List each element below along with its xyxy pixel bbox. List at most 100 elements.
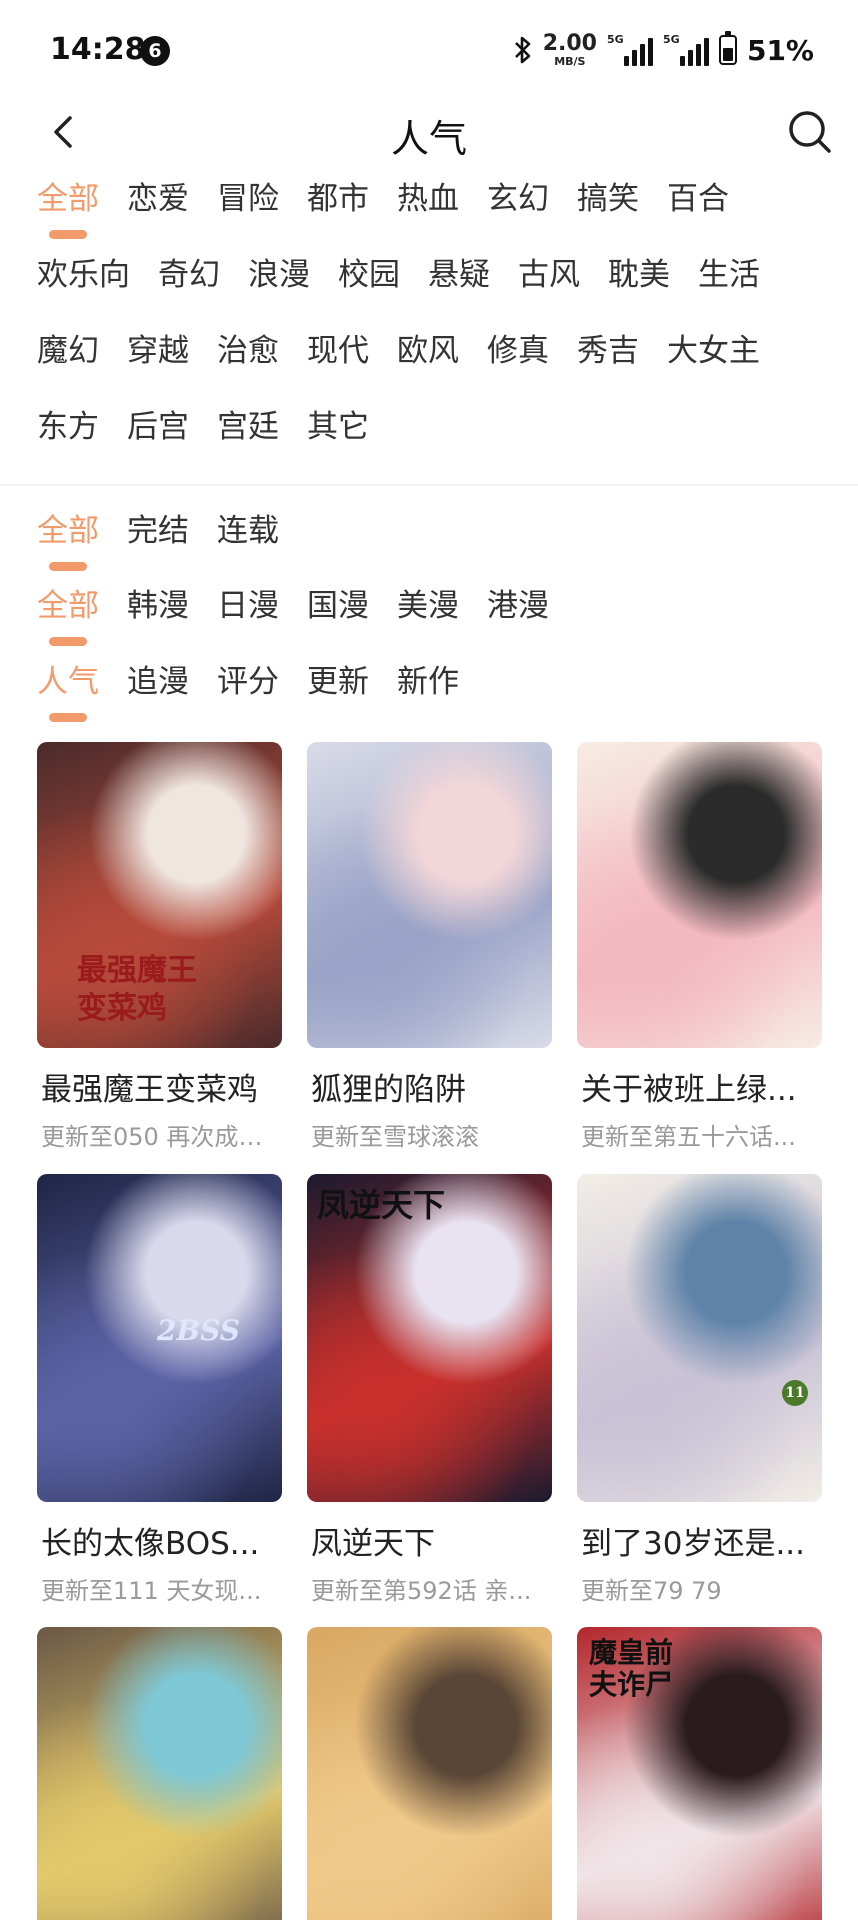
genre-filter-chip[interactable]: 恋爱 xyxy=(127,178,189,220)
status-icons: 2.00 MB/S 5G 5G 51% xyxy=(513,30,814,70)
genre-filter-chip[interactable]: 冒险 xyxy=(217,178,279,220)
status-filter: 全部 完结 连载 xyxy=(37,510,837,586)
sort-filter-chip[interactable]: 新作 xyxy=(397,661,459,703)
region-filter-chip[interactable]: 全部 xyxy=(37,585,99,627)
genre-filter-chip[interactable]: 奇幻 xyxy=(158,254,220,296)
region-filter-chip[interactable]: 港漫 xyxy=(487,585,549,627)
region-filter-chip[interactable]: 国漫 xyxy=(307,585,369,627)
battery-percent: 51% xyxy=(746,33,814,67)
comic-cover-image[interactable]: 魔皇前夫诈尸 xyxy=(577,1627,822,1920)
comic-update-info: 更新至050 再次成为... xyxy=(41,1123,282,1151)
comic-card[interactable]: 狐狸的陷阱更新至雪球滚滚 xyxy=(307,742,552,1152)
genre-filter-chip[interactable]: 热血 xyxy=(397,178,459,220)
comic-cover-image[interactable] xyxy=(577,742,822,1048)
comic-update-info: 更新至79 79 xyxy=(581,1577,722,1605)
genre-filter-chip[interactable]: 魔幻 xyxy=(37,330,99,372)
status-filter-chip[interactable]: 连载 xyxy=(217,510,279,552)
genre-filter-chip[interactable]: 古风 xyxy=(518,254,580,296)
region-filter-chip[interactable]: 美漫 xyxy=(397,585,459,627)
comic-card[interactable] xyxy=(37,1627,282,1920)
comic-title[interactable]: 最强魔王变菜鸡 xyxy=(37,1064,282,1109)
comic-title[interactable]: 到了30岁还是... xyxy=(577,1518,822,1563)
genre-filter-chip[interactable]: 搞笑 xyxy=(577,178,639,220)
region-filter: 全部 韩漫 日漫 国漫 美漫 港漫 xyxy=(37,585,837,661)
comic-cover-image[interactable]: 11 xyxy=(577,1174,822,1502)
comic-cover-logo: 魔皇前夫诈尸 xyxy=(589,1636,674,1701)
genre-filter-chip[interactable]: 欢乐向 xyxy=(37,254,130,296)
signal-sim1-icon: 5G xyxy=(607,34,653,66)
genre-filter-chip[interactable]: 欧风 xyxy=(397,330,459,372)
genre-filter-chip[interactable]: 修真 xyxy=(487,330,549,372)
genre-filter-chip[interactable]: 现代 xyxy=(307,330,369,372)
genre-filter-chip[interactable]: 治愈 xyxy=(217,330,279,372)
genre-filter-chip[interactable]: 百合 xyxy=(667,178,729,220)
genre-filter-chip[interactable]: 耽美 xyxy=(608,254,670,296)
genre-filter-chip[interactable]: 全部 xyxy=(37,178,99,220)
comic-update-info: 更新至第五十六话... xyxy=(581,1123,796,1151)
sim2-label: 5G xyxy=(662,33,680,46)
search-icon[interactable] xyxy=(786,108,834,156)
comic-cover-logo: 2BSS xyxy=(157,1314,240,1347)
section-divider xyxy=(0,484,858,486)
genre-filter-chip[interactable]: 东方 xyxy=(37,406,99,448)
comic-update-info: 更新至111 天女现... xyxy=(41,1577,262,1605)
genre-filter-chip[interactable]: 生活 xyxy=(698,254,760,296)
genre-filter-row: 东方 后宫 宫廷 其它 xyxy=(37,406,837,482)
comic-cover-logo: 最强魔王变菜鸡 xyxy=(77,953,197,1026)
comic-title[interactable]: 凤逆天下 xyxy=(307,1518,552,1563)
genre-filter-chip[interactable]: 其它 xyxy=(307,406,369,448)
status-filter-chip[interactable]: 完结 xyxy=(127,510,189,552)
genre-filter-row: 全部 恋爱 冒险 都市 热血 玄幻 搞笑 百合 xyxy=(37,178,837,254)
comic-card[interactable] xyxy=(307,1627,552,1920)
comic-card[interactable]: 凤逆天下 凤逆天下 更新至第592话 亲... xyxy=(307,1174,552,1606)
sort-filter-chip[interactable]: 更新 xyxy=(307,661,369,703)
comic-card[interactable]: 魔皇前夫诈尸 xyxy=(577,1627,822,1920)
page-title: 人气 xyxy=(390,117,467,161)
comic-title[interactable]: 狐狸的陷阱 xyxy=(307,1064,552,1109)
battery-icon xyxy=(718,31,737,65)
genre-filter-chip[interactable]: 校园 xyxy=(338,254,400,296)
comic-cover-logo: 11 xyxy=(782,1380,808,1406)
sort-filter-row: 人气 追漫 评分 更新 新作 xyxy=(37,661,837,737)
status-bar: 14:28 6 2.00 MB/S 5G 5G 51% xyxy=(0,0,858,100)
comic-update-info: 更新至雪球滚滚 xyxy=(311,1123,479,1151)
comic-card[interactable]: 最强魔王变菜鸡 最强魔王变菜鸡 更新至050 再次成为... xyxy=(37,742,282,1152)
comic-cover-image[interactable] xyxy=(37,1627,282,1920)
comic-cover-image[interactable] xyxy=(307,1627,552,1920)
comic-title[interactable]: 关于被班上绿... xyxy=(577,1064,822,1109)
network-speed-value: 2.00 xyxy=(542,31,597,56)
genre-filter-chip[interactable]: 后宫 xyxy=(127,406,189,448)
sort-filter-chip[interactable]: 评分 xyxy=(217,661,279,703)
comic-card[interactable]: 11 到了30岁还是... 更新至79 79 xyxy=(577,1174,822,1606)
comic-cover-image[interactable]: 凤逆天下 xyxy=(307,1174,552,1502)
status-time: 14:28 xyxy=(50,32,146,67)
comic-title[interactable]: 长的太像BOS... xyxy=(37,1518,282,1563)
genre-filter-chip[interactable]: 浪漫 xyxy=(248,254,310,296)
genre-filter-chip[interactable]: 穿越 xyxy=(127,330,189,372)
genre-filter: 全部 恋爱 冒险 都市 热血 玄幻 搞笑 百合 欢乐向 奇幻 浪漫 校园 悬疑 古风 耽美 生活 魔幻 穿越 治愈现… xyxy=(37,178,837,482)
genre-filter-row: 欢乐向 奇幻 浪漫 校园 悬疑 古风 耽美 生活 xyxy=(37,254,837,330)
region-filter-chip[interactable]: 日漫 xyxy=(217,585,279,627)
region-filter-chip[interactable]: 韩漫 xyxy=(127,585,189,627)
sort-filter-chip[interactable]: 追漫 xyxy=(127,661,189,703)
genre-filter-chip[interactable]: 宫廷 xyxy=(217,406,279,448)
genre-filter-chip[interactable]: 秀吉 xyxy=(577,330,639,372)
network-speed-unit: MB/S xyxy=(554,55,586,68)
comic-cover-image[interactable]: 2BSS xyxy=(37,1174,282,1502)
comic-update-info: 更新至第592话 亲... xyxy=(311,1577,532,1605)
status-filter-chip[interactable]: 全部 xyxy=(37,510,99,552)
comic-card[interactable]: 2BSS 长的太像BOS... 更新至111 天女现... xyxy=(37,1174,282,1606)
genre-filter-chip[interactable]: 都市 xyxy=(307,178,369,220)
network-speed: 2.00 MB/S xyxy=(542,31,597,68)
comic-cover-logo: 凤逆天下 xyxy=(317,1186,446,1224)
genre-filter-chip[interactable]: 玄幻 xyxy=(487,178,549,220)
region-filter-row: 全部 韩漫 日漫 国漫 美漫 港漫 xyxy=(37,585,837,661)
comic-card[interactable]: 关于被班上绿... 更新至第五十六话... xyxy=(577,742,822,1152)
signal-sim2-icon: 5G xyxy=(663,34,709,66)
genre-filter-chip[interactable]: 悬疑 xyxy=(428,254,490,296)
comic-cover-image[interactable] xyxy=(307,742,552,1048)
comic-cover-image[interactable]: 最强魔王变菜鸡 xyxy=(37,742,282,1048)
notification-badge: 6 xyxy=(140,36,170,66)
genre-filter-chip[interactable]: 大女主 xyxy=(667,330,760,372)
sort-filter-chip[interactable]: 人气 xyxy=(37,661,99,703)
